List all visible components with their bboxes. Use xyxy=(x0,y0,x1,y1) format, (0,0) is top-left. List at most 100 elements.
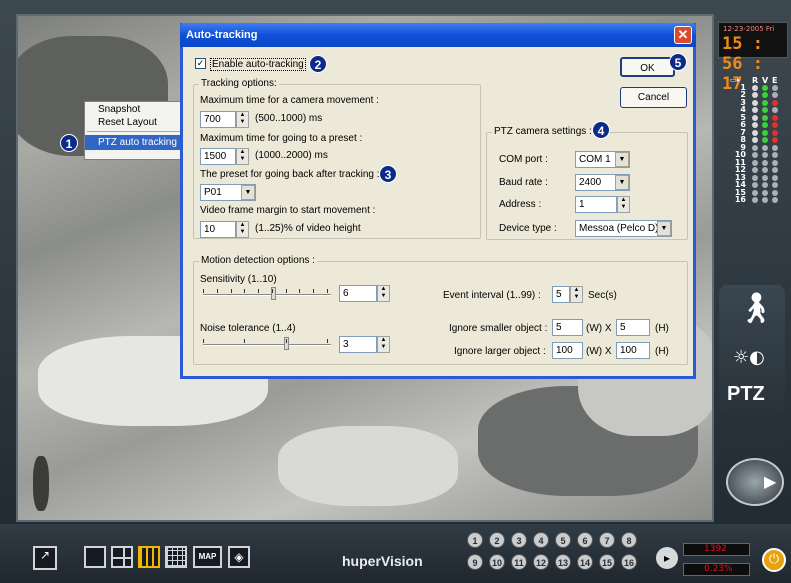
max-move-spinner[interactable]: ▲ ▼ xyxy=(236,111,249,128)
channel-row: 5 xyxy=(722,113,784,122)
menu-item-snapshot[interactable]: Snapshot xyxy=(85,102,183,115)
ignore-smaller-h-input[interactable]: 5 xyxy=(616,319,650,336)
record-led xyxy=(752,107,758,113)
max-move-input[interactable]: 700 xyxy=(200,111,236,128)
menu-item-ptz-auto-tracking[interactable]: PTZ auto tracking xyxy=(85,135,183,150)
video-led xyxy=(762,167,768,173)
video-led xyxy=(762,99,768,106)
channel-row: 1 xyxy=(722,83,784,92)
chevron-down-icon[interactable]: ▼ xyxy=(615,175,629,190)
ignore-larger-w-input[interactable]: 100 xyxy=(552,342,583,359)
playback-dial[interactable]: ▶ xyxy=(726,458,784,506)
menu-separator xyxy=(87,131,181,132)
address-input[interactable]: 1 xyxy=(575,196,617,213)
channel-row: 8 xyxy=(722,136,784,144)
dialog-titlebar[interactable]: Auto-tracking ✕ xyxy=(180,23,696,47)
camera-button-4[interactable]: 4 xyxy=(533,532,549,548)
address-spinner[interactable]: ▲ ▼ xyxy=(617,196,630,213)
camera-button-12[interactable]: 12 xyxy=(533,554,549,570)
cancel-button[interactable]: Cancel xyxy=(620,87,687,108)
margin-label: Video frame margin to start movement : xyxy=(200,205,376,216)
ignore-larger-h-input[interactable]: 100 xyxy=(616,342,650,359)
side-control-panel: 🚶︎ ☼◐ PTZ xyxy=(719,285,785,415)
sensitivity-spinner[interactable]: ▲ ▼ xyxy=(377,285,390,302)
camera-button-9[interactable]: 9 xyxy=(467,554,483,570)
play-icon[interactable]: ▶ xyxy=(764,472,776,491)
close-icon[interactable]: ✕ xyxy=(674,26,692,44)
channel-row: 13 xyxy=(722,173,784,182)
chevron-down-icon[interactable]: ▼ xyxy=(615,152,629,167)
camera-button-6[interactable]: 6 xyxy=(577,532,593,548)
ok-button[interactable]: OK xyxy=(620,57,675,77)
camera-button-10[interactable]: 10 xyxy=(489,554,505,570)
video-led xyxy=(762,84,768,91)
ptz-move-icon[interactable]: ◈ xyxy=(228,546,250,568)
slider-track xyxy=(203,344,331,346)
channel-row: 7 xyxy=(722,128,784,137)
device-type-label: Device type : xyxy=(499,223,557,234)
baud-rate-label: Baud rate : xyxy=(499,177,548,188)
layout-16-button[interactable] xyxy=(165,546,187,568)
camera-button-11[interactable]: 11 xyxy=(511,554,527,570)
event-interval-input[interactable]: 5 xyxy=(552,286,570,303)
record-led xyxy=(752,159,758,166)
menu-item-reset-layout[interactable]: Reset Layout xyxy=(85,115,183,128)
address-label: Address : xyxy=(499,199,542,210)
width-unit: (W) X xyxy=(586,323,612,334)
event-led xyxy=(772,114,778,121)
clock-display: 12-23-2005 Fri 15 : 56 : 17 xyxy=(718,22,788,94)
event-led xyxy=(772,84,778,91)
ignore-smaller-w-input[interactable]: 5 xyxy=(552,319,583,336)
layout-1-button[interactable] xyxy=(84,546,106,568)
next-page-icon[interactable]: ▸ xyxy=(656,547,678,569)
camera-button-7[interactable]: 7 xyxy=(599,532,615,548)
preset-time-input[interactable]: 1500 xyxy=(200,148,236,165)
camera-button-8[interactable]: 8 xyxy=(621,532,637,548)
fullscreen-icon[interactable]: ↗ xyxy=(33,546,57,570)
noise-spinner[interactable]: ▲ ▼ xyxy=(377,336,390,353)
power-icon[interactable]: ⏻ xyxy=(762,548,786,572)
camera-button-14[interactable]: 14 xyxy=(577,554,593,570)
noise-input[interactable]: 3 xyxy=(339,336,377,353)
event-led xyxy=(772,129,778,136)
event-led xyxy=(772,182,778,188)
camera-button-15[interactable]: 15 xyxy=(599,554,615,570)
preset-time-label: Maximum time for going to a preset : xyxy=(200,133,363,144)
chevron-down-icon[interactable]: ▼ xyxy=(241,185,255,200)
camera-button-5[interactable]: 5 xyxy=(555,532,571,548)
layout-9-button[interactable] xyxy=(138,546,160,568)
video-led xyxy=(762,152,768,158)
camera-button-3[interactable]: 3 xyxy=(511,532,527,548)
ptz-settings-label: PTZ camera settings : xyxy=(492,126,594,137)
enable-checkbox[interactable]: ✓ xyxy=(195,58,206,69)
layout-4-button[interactable] xyxy=(111,546,133,568)
map-button[interactable]: MAP xyxy=(193,546,222,568)
channel-row: 6 xyxy=(722,121,784,129)
slider-tick xyxy=(244,339,245,343)
camera-button-13[interactable]: 13 xyxy=(555,554,571,570)
record-led xyxy=(752,129,758,136)
ptz-label[interactable]: PTZ xyxy=(727,383,765,406)
event-led xyxy=(772,99,778,106)
slider-tick xyxy=(203,289,204,293)
margin-input[interactable]: 10 xyxy=(200,221,236,238)
disk-status-1: 1392 xyxy=(683,543,750,556)
noise-slider[interactable] xyxy=(203,337,331,350)
camera-button-16[interactable]: 16 xyxy=(621,554,637,570)
video-led xyxy=(762,182,768,188)
video-led xyxy=(762,189,768,196)
preset-time-spinner[interactable]: ▲ ▼ xyxy=(236,148,249,165)
sensitivity-slider[interactable] xyxy=(203,287,331,300)
margin-spinner[interactable]: ▲ ▼ xyxy=(236,221,249,238)
chevron-down-icon[interactable]: ▼ xyxy=(657,221,671,236)
event-interval-spinner[interactable]: ▲ ▼ xyxy=(570,286,583,303)
sensitivity-input[interactable]: 6 xyxy=(339,285,377,302)
camera-button-1[interactable]: 1 xyxy=(467,532,483,548)
enable-label[interactable]: Enable auto-tracking xyxy=(210,58,306,71)
walking-person-icon[interactable]: 🚶︎ xyxy=(737,291,775,336)
step-badge-4: 4 xyxy=(592,121,610,139)
brightness-icon[interactable]: ☼◐ xyxy=(733,347,765,368)
margin-range: (1..25)% of video height xyxy=(255,223,361,234)
record-led xyxy=(752,84,758,91)
camera-button-2[interactable]: 2 xyxy=(489,532,505,548)
